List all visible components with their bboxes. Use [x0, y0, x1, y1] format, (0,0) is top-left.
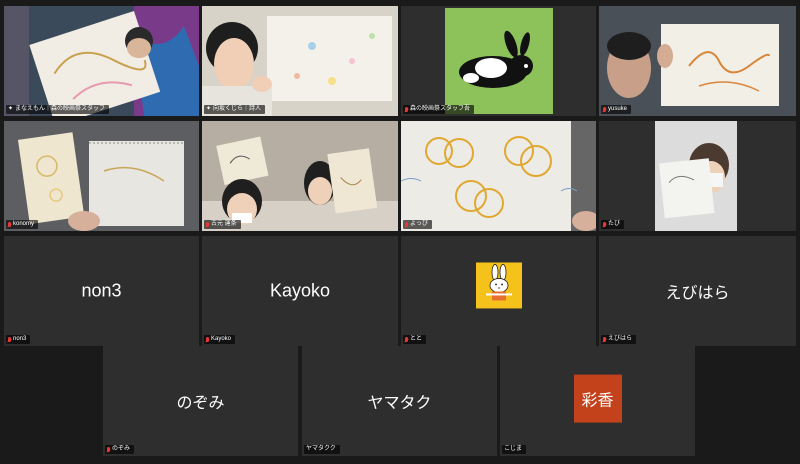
participant-name-label: 森の映画祭スタッフ吾: [403, 105, 475, 114]
participant-name-label: のぞみ: [105, 445, 135, 454]
participant-name-label: たび: [601, 220, 625, 229]
mic-muted-icon: [603, 337, 606, 342]
participant-name-label: Kayoko: [204, 335, 236, 344]
participant-name-label: ✦ 向坂くじら｜詩人: [204, 105, 266, 114]
bunny-image: [445, 8, 553, 114]
participant-display-name: Kayoko: [269, 280, 331, 301]
participant-name: 森の映画祭スタッフ吾: [410, 106, 471, 112]
participant-name: まなえもん｜森の映画祭スタッフ: [15, 106, 106, 112]
participant-name: non3: [13, 336, 27, 342]
participant-name: 古元 運条: [211, 221, 237, 227]
participant-name: とと: [410, 336, 423, 342]
mic-muted-icon: [603, 222, 606, 227]
participant-tile-11[interactable]: とと: [401, 236, 596, 346]
participant-name: たび: [608, 221, 621, 227]
participant-name-label: ヤマタクク: [304, 445, 340, 454]
mic-muted-icon: [405, 107, 408, 112]
participant-name: のぞみ: [112, 446, 131, 452]
participant-tile-10[interactable]: Kayoko Kayoko: [202, 236, 398, 346]
pin-icon: ✦: [206, 106, 212, 112]
participant-tile-4[interactable]: yusuke: [599, 6, 796, 116]
avatar: [475, 262, 522, 313]
video-feed: [202, 121, 398, 231]
participant-name: yusuke: [608, 106, 628, 112]
participant-name: ヤマタクク: [306, 446, 336, 452]
avatar-initials: 彩香: [581, 392, 614, 410]
participant-tile-15[interactable]: 彩香 こじま: [500, 346, 695, 456]
participant-tile-5[interactable]: konomy: [4, 121, 199, 231]
participant-tile-12[interactable]: えびはら えびはら: [599, 236, 796, 346]
participant-name-label: よっぴ: [403, 220, 432, 229]
participant-display-name: えびはら: [665, 285, 730, 302]
participant-tile-2[interactable]: ✦ 向坂くじら｜詩人: [202, 6, 398, 116]
participant-display-name: non3: [81, 280, 122, 301]
mic-muted-icon: [405, 222, 408, 227]
mic-muted-icon: [206, 222, 209, 227]
participant-name-label: yusuke: [601, 105, 632, 114]
participant-tile-1[interactable]: ✦ まなえもん｜森の映画祭スタッフ: [4, 6, 199, 116]
participant-name: 向坂くじら｜詩人: [213, 106, 262, 112]
participant-display-name: のぞみ: [176, 395, 225, 412]
participant-name-label: non3: [6, 335, 31, 344]
participant-name: Kayoko: [211, 336, 232, 342]
participant-tile-9[interactable]: non3 non3: [4, 236, 199, 346]
video-feed: [401, 121, 596, 231]
mic-muted-icon: [603, 107, 606, 112]
participant-display-name: ヤマタク: [367, 395, 432, 412]
video-feed: [599, 6, 796, 116]
participant-name-label: こじま: [502, 445, 527, 454]
mic-muted-icon: [8, 222, 11, 227]
participant-tile-7[interactable]: よっぴ: [401, 121, 596, 231]
participant-tile-13[interactable]: のぞみ のぞみ: [103, 346, 298, 456]
mic-muted-icon: [206, 337, 209, 342]
participant-name-label: 古元 運条: [204, 220, 241, 229]
mic-muted-icon: [107, 447, 110, 452]
participant-tile-14[interactable]: ヤマタク ヤマタクク: [302, 346, 497, 456]
video-feed: [4, 121, 199, 231]
participant-name: よっぴ: [410, 221, 428, 227]
participant-name-label: konomy: [6, 220, 39, 229]
participant-name-label: とと: [403, 335, 427, 344]
miffy-avatar-icon: [475, 262, 522, 309]
participant-name-label: えびはら: [601, 335, 637, 344]
participant-tile-8[interactable]: たび: [599, 121, 796, 231]
participant-name: こじま: [504, 446, 523, 452]
mic-muted-icon: [405, 337, 408, 342]
avatar: 彩香: [573, 374, 622, 423]
pin-icon: ✦: [8, 106, 14, 112]
video-feed: [4, 6, 199, 116]
participant-tile-3[interactable]: 森の映画祭スタッフ吾: [401, 6, 596, 116]
participant-tile-6[interactable]: 古元 運条: [202, 121, 398, 231]
participant-name: konomy: [13, 221, 35, 227]
participant-name: えびはら: [608, 336, 633, 342]
video-feed: [599, 121, 796, 231]
video-feed: [202, 6, 398, 116]
participant-name-label: ✦ まなえもん｜森の映画祭スタッフ: [6, 105, 110, 114]
mic-muted-icon: [8, 337, 11, 342]
